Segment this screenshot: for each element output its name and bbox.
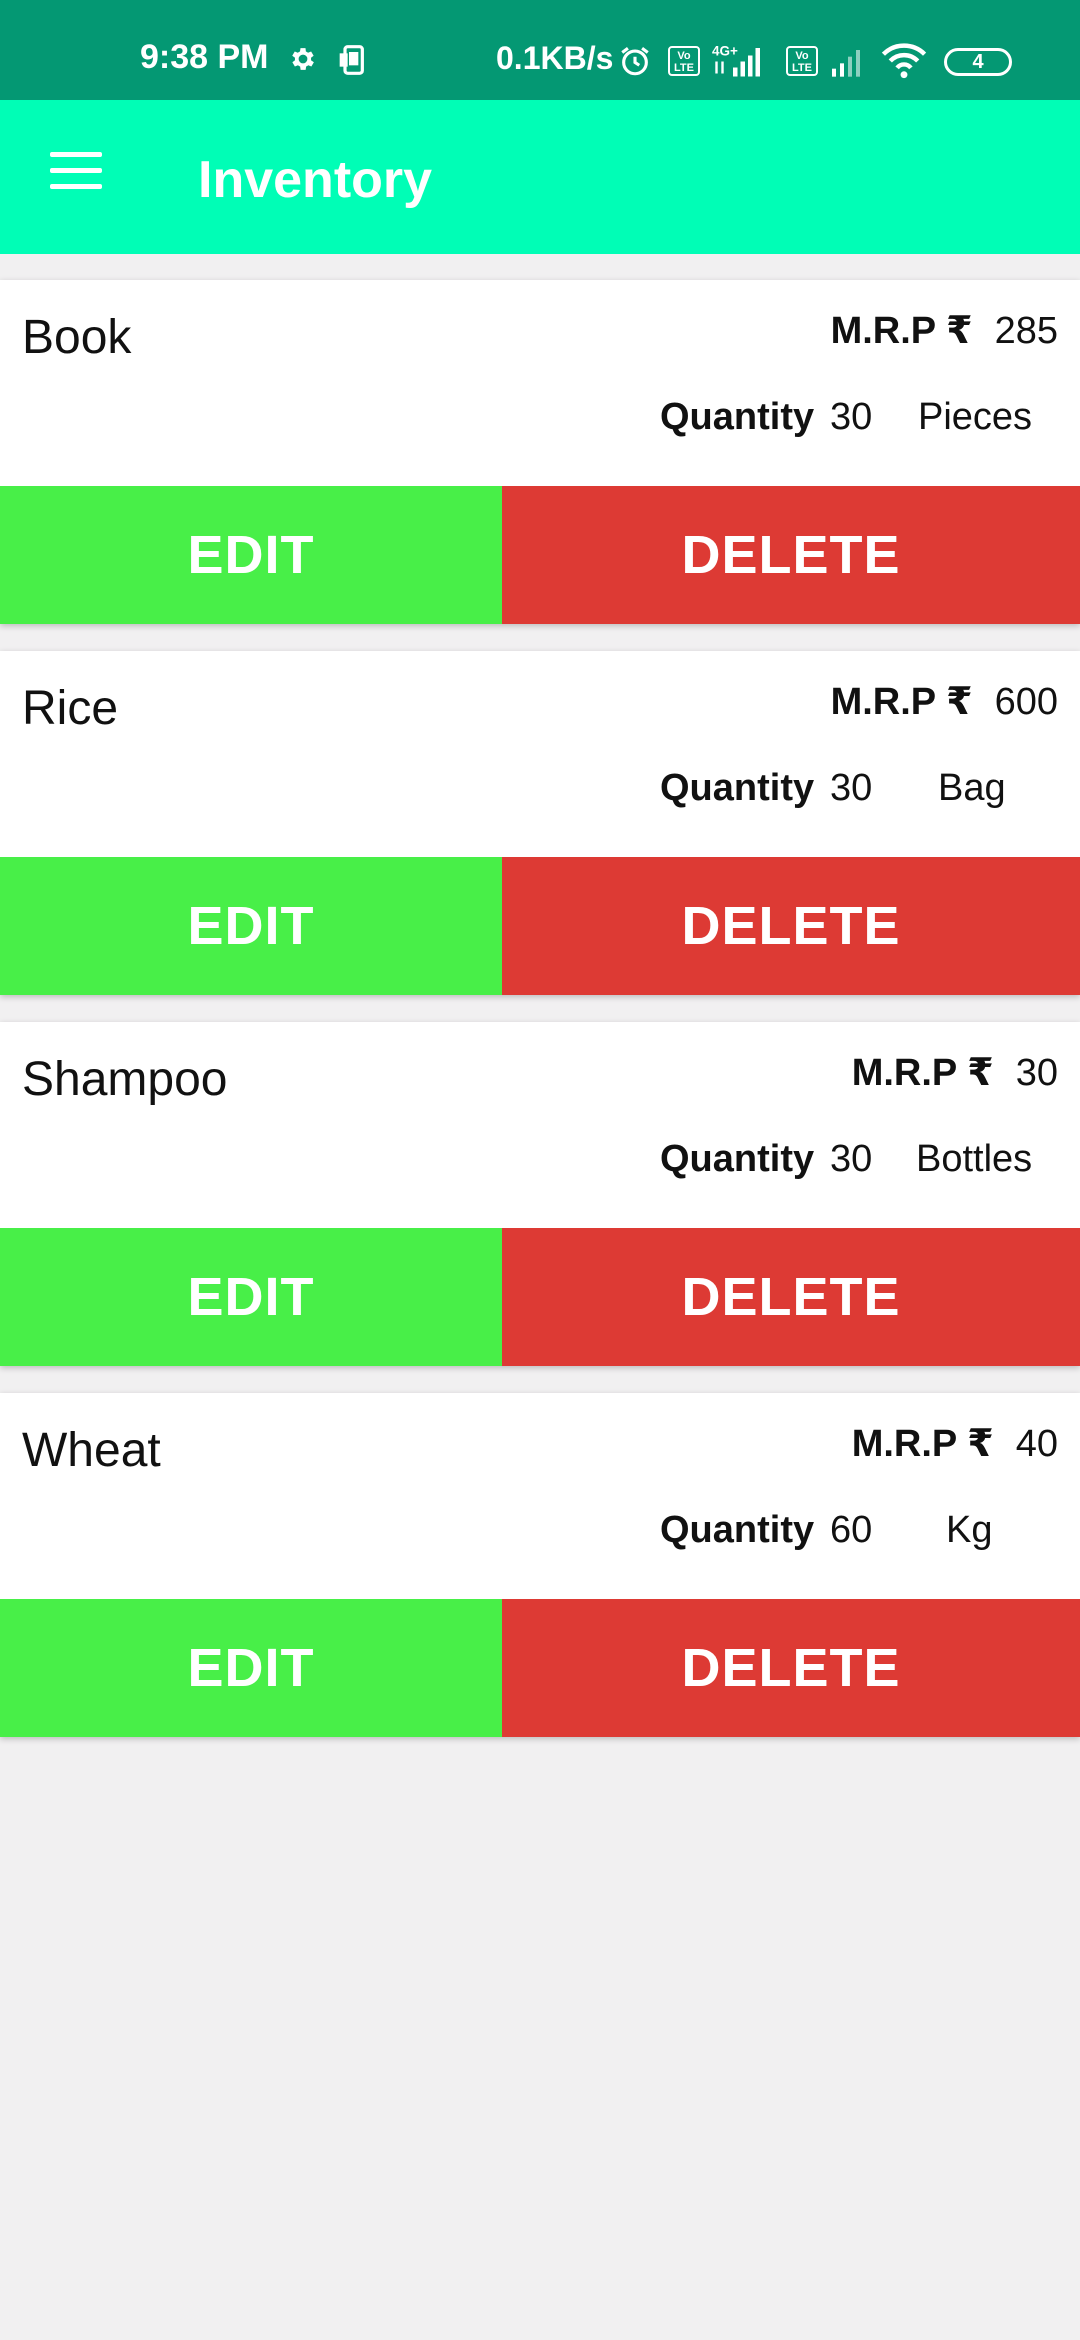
battery-icon: 4 bbox=[944, 48, 1012, 76]
inventory-item-shampoo: Shampoo M.R.P ₹ 30 Quantity 30 Bottles E… bbox=[0, 1022, 1080, 1366]
quantity-unit: Kg bbox=[946, 1509, 993, 1551]
signal-4g-icon: 4G+ bbox=[712, 44, 760, 77]
svg-text:4G+: 4G+ bbox=[712, 44, 738, 59]
signal-icon bbox=[832, 50, 860, 77]
quantity-label: Quantity bbox=[660, 767, 815, 809]
menu-icon[interactable] bbox=[44, 152, 108, 202]
quantity-unit: Pieces bbox=[918, 396, 1033, 438]
quantity-unit: Bag bbox=[938, 767, 1006, 809]
delete-button[interactable]: DELETE bbox=[502, 1599, 1080, 1737]
app-bar: Inventory bbox=[0, 100, 1080, 254]
edit-button[interactable]: EDIT bbox=[0, 486, 502, 624]
delete-button[interactable]: DELETE bbox=[502, 1228, 1080, 1366]
quantity-value: 30 bbox=[830, 767, 873, 809]
mrp-value: 600 bbox=[994, 681, 1058, 723]
quantity-label: Quantity bbox=[660, 396, 815, 438]
volte-icon: Vo LTE bbox=[668, 46, 700, 76]
mrp-label: M.R.P bbox=[830, 310, 937, 352]
volte-icon-2: Vo LTE bbox=[786, 46, 818, 76]
gear-icon bbox=[292, 48, 314, 70]
quantity-value: 30 bbox=[830, 396, 873, 438]
delete-button[interactable]: DELETE bbox=[502, 857, 1080, 995]
page-title: Inventory bbox=[198, 151, 433, 209]
delete-button[interactable]: DELETE bbox=[502, 486, 1080, 624]
mrp-row: M.R.P ₹ 40 bbox=[852, 1421, 1058, 1466]
mrp-label: M.R.P bbox=[851, 1423, 958, 1465]
rupee-icon: ₹ bbox=[967, 1052, 994, 1094]
quantity-value: 30 bbox=[830, 1138, 873, 1180]
edit-button[interactable]: EDIT bbox=[0, 1599, 502, 1737]
item-name: Book bbox=[22, 311, 132, 364]
item-name: Shampoo bbox=[22, 1053, 228, 1106]
mrp-value: 40 bbox=[1015, 1423, 1058, 1465]
mrp-label: M.R.P bbox=[830, 681, 937, 723]
mrp-value: 285 bbox=[994, 310, 1058, 352]
rupee-icon: ₹ bbox=[946, 681, 973, 723]
status-bar: 9:38 PM 0.1KB/s Vo LTE 4G+ Vo LTE 4 bbox=[0, 0, 1080, 100]
device-icon bbox=[339, 45, 364, 75]
mrp-value: 30 bbox=[1015, 1052, 1058, 1094]
rupee-icon: ₹ bbox=[946, 310, 973, 352]
quantity-value: 60 bbox=[830, 1509, 873, 1551]
edit-button[interactable]: EDIT bbox=[0, 1228, 502, 1366]
mrp-row: M.R.P ₹ 285 bbox=[831, 308, 1058, 353]
quantity-unit: Bottles bbox=[916, 1138, 1033, 1180]
quantity-label: Quantity bbox=[660, 1138, 815, 1180]
mrp-label: M.R.P bbox=[851, 1052, 958, 1094]
mrp-row: M.R.P ₹ 600 bbox=[831, 679, 1058, 724]
alarm-icon bbox=[621, 47, 649, 76]
edit-button[interactable]: EDIT bbox=[0, 857, 502, 995]
inventory-item-book: Book M.R.P ₹ 285 Quantity 30 Pieces EDIT… bbox=[0, 280, 1080, 624]
wifi-icon bbox=[881, 43, 927, 79]
rupee-icon: ₹ bbox=[967, 1423, 994, 1465]
item-name: Wheat bbox=[22, 1424, 161, 1477]
item-name: Rice bbox=[22, 682, 119, 735]
inventory-item-rice: Rice M.R.P ₹ 600 Quantity 30 Bag EDIT DE… bbox=[0, 651, 1080, 995]
network-speed: 0.1KB/s bbox=[496, 40, 614, 76]
quantity-label: Quantity bbox=[660, 1509, 815, 1551]
mrp-row: M.R.P ₹ 30 bbox=[852, 1050, 1058, 1095]
inventory-item-wheat: Wheat M.R.P ₹ 40 Quantity 60 Kg EDIT DEL… bbox=[0, 1393, 1080, 1737]
status-time: 9:38 PM bbox=[140, 38, 269, 76]
